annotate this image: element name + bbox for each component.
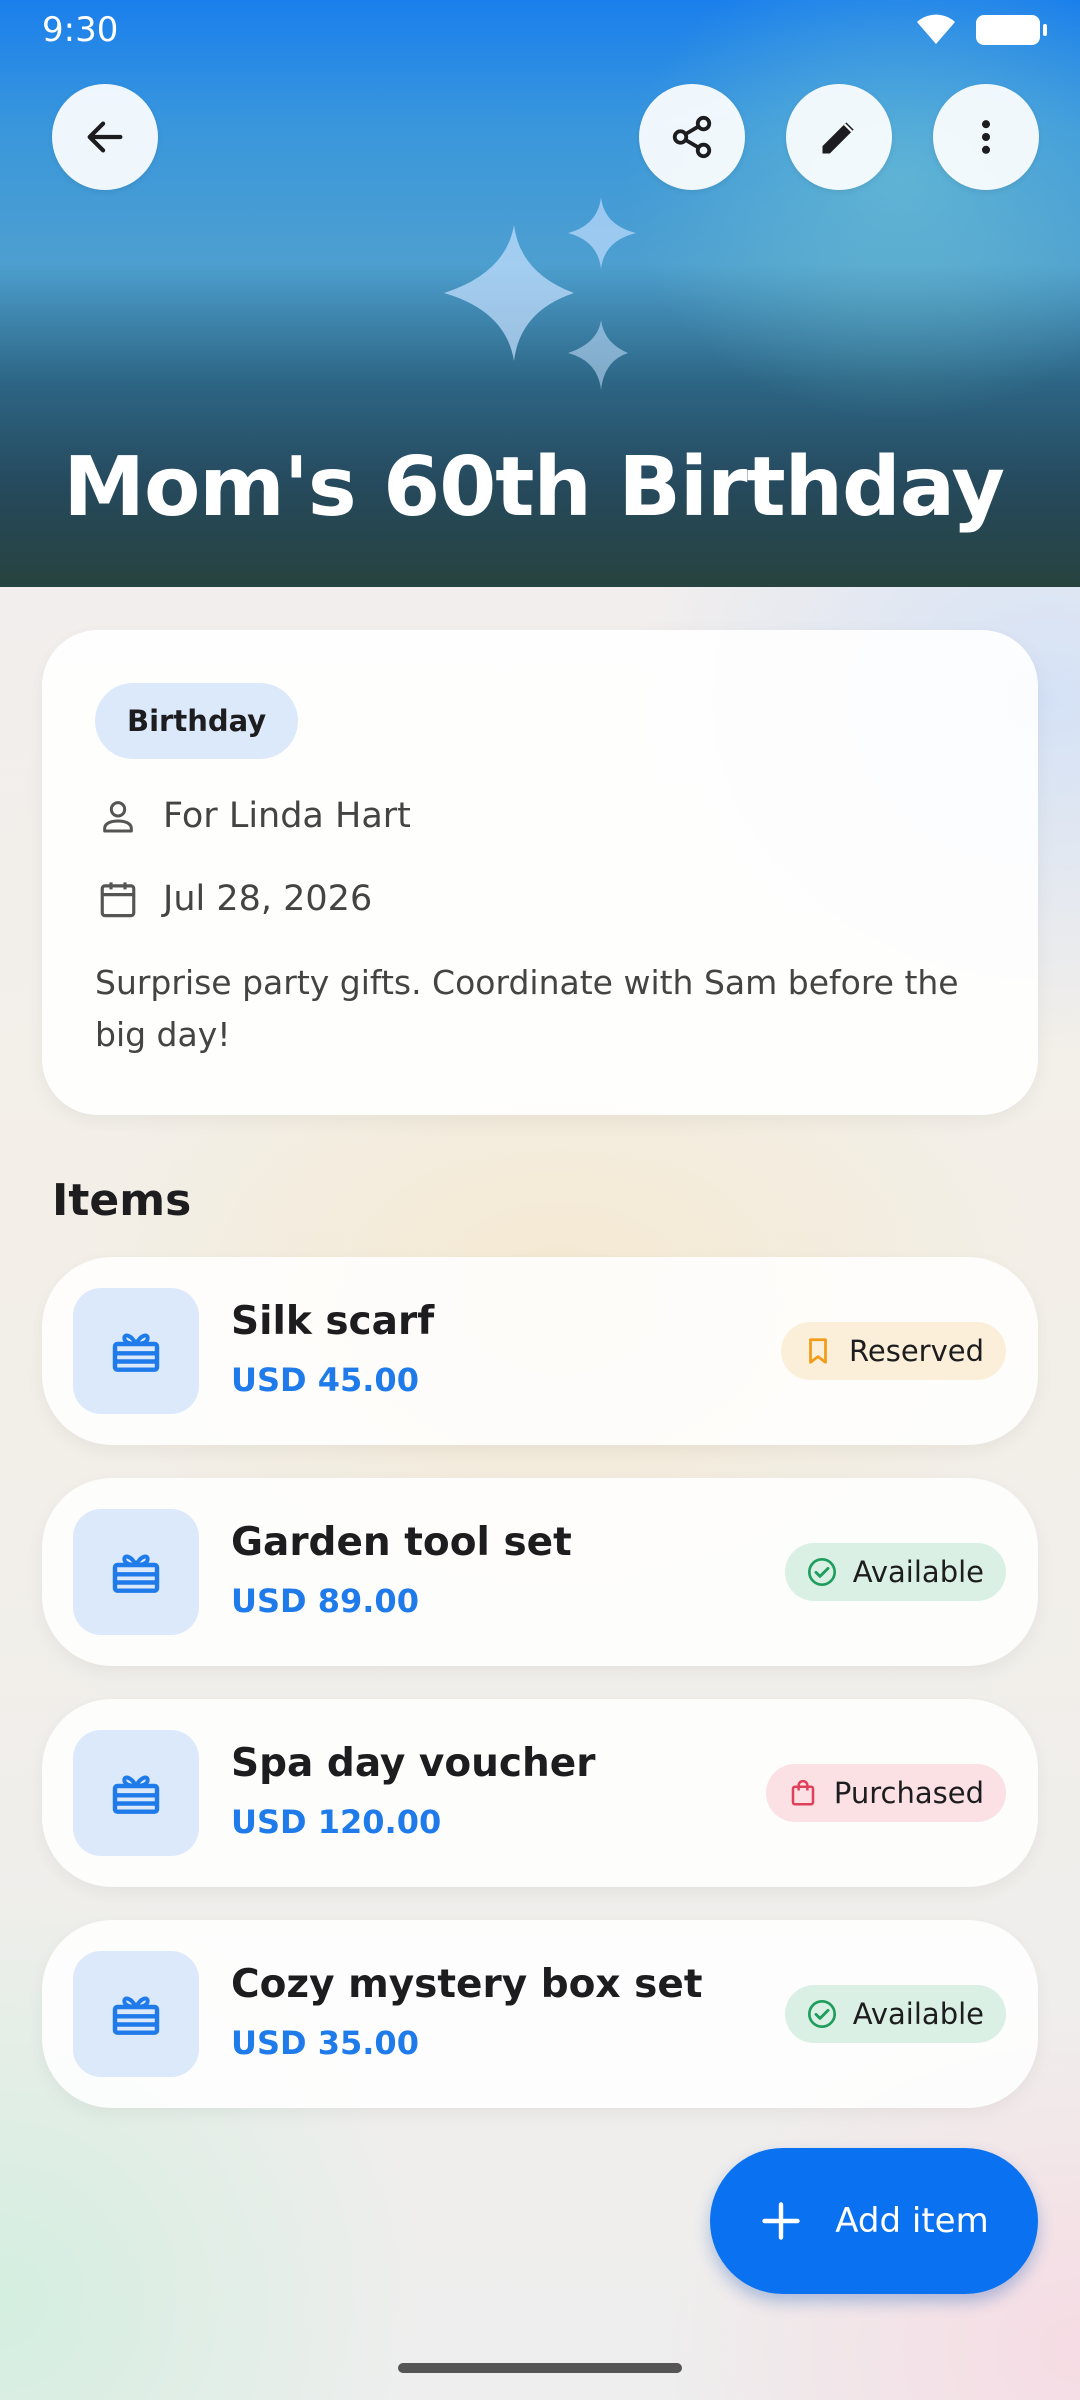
header-banner: 9:30 Mom's 60th Birthday <box>0 0 1080 587</box>
wifi-icon <box>917 14 955 44</box>
item-card[interactable]: Spa day voucher USD 120.00 Purchased <box>42 1699 1038 1887</box>
status-badge[interactable]: Reserved <box>781 1322 1006 1380</box>
status-bar: 9:30 <box>0 0 1080 60</box>
recipient-text: For Linda Hart <box>163 796 411 836</box>
category-chip[interactable]: Birthday <box>95 683 299 759</box>
item-card[interactable]: Garden tool set USD 89.00 Available <box>42 1478 1038 1666</box>
gift-icon <box>112 1775 160 1814</box>
gift-thumbnail <box>73 1509 199 1635</box>
item-price: USD 120.00 <box>231 1803 442 1841</box>
home-indicator[interactable] <box>398 2363 682 2373</box>
sparkles-icon <box>444 197 636 390</box>
item-price: USD 89.00 <box>231 1582 419 1620</box>
gift-icon <box>112 1554 160 1593</box>
add-item-label: Add item <box>835 2201 989 2241</box>
date-text: Jul 28, 2026 <box>163 879 373 919</box>
arrow-left-icon <box>87 121 123 153</box>
bookmark-icon <box>801 1334 835 1368</box>
status-label: Purchased <box>833 1776 984 1810</box>
status-label: Available <box>852 1997 984 2031</box>
edit-button[interactable] <box>786 84 892 190</box>
gift-thumbnail <box>73 1288 199 1414</box>
status-label: Reserved <box>849 1334 984 1368</box>
status-label: Available <box>852 1555 984 1589</box>
wishlist-info-card: Birthday For Linda Hart Jul 28, 2026 Sur… <box>42 630 1038 1115</box>
item-card[interactable]: Cozy mystery box set USD 35.00 Available <box>42 1920 1038 2108</box>
person-icon <box>95 793 141 839</box>
edit-pencil-icon <box>822 122 854 154</box>
share-icon <box>672 115 712 159</box>
date-row: Jul 28, 2026 <box>95 876 372 922</box>
item-price: USD 35.00 <box>231 2024 419 2062</box>
item-price: USD 45.00 <box>231 1361 419 1399</box>
share-button[interactable] <box>639 84 745 190</box>
items-section-title: Items <box>52 1175 192 1226</box>
calendar-icon <box>95 876 141 922</box>
status-time: 9:30 <box>42 10 119 50</box>
wishlist-note: Surprise party gifts. Coordinate with Sa… <box>95 963 959 1054</box>
add-item-button[interactable]: Add item <box>710 2148 1038 2294</box>
gift-icon <box>112 1333 160 1372</box>
gift-thumbnail <box>73 1951 199 2077</box>
status-badge[interactable]: Available <box>784 1985 1006 2043</box>
plus-icon <box>762 2202 800 2240</box>
more-options-button[interactable] <box>933 84 1039 190</box>
recipient-row: For Linda Hart <box>95 793 411 839</box>
check-circle-icon <box>805 1997 839 2031</box>
more-vert-icon <box>981 120 991 154</box>
back-button[interactable] <box>52 84 158 190</box>
shopping-bag-icon <box>786 1776 820 1810</box>
item-card[interactable]: Silk scarf USD 45.00 Reserved <box>42 1257 1038 1445</box>
item-name: Cozy mystery box set <box>231 1962 703 2007</box>
check-circle-icon <box>805 1555 839 1589</box>
status-icons <box>916 14 1047 46</box>
gift-icon <box>112 1996 160 2035</box>
item-name: Spa day voucher <box>231 1741 596 1786</box>
page-title: Mom's 60th Birthday <box>63 440 1005 535</box>
status-badge[interactable]: Available <box>784 1543 1006 1601</box>
item-name: Silk scarf <box>231 1299 435 1344</box>
battery-icon <box>976 15 1047 45</box>
gift-thumbnail <box>73 1730 199 1856</box>
item-name: Garden tool set <box>231 1520 572 1565</box>
status-badge[interactable]: Purchased <box>765 1764 1006 1822</box>
